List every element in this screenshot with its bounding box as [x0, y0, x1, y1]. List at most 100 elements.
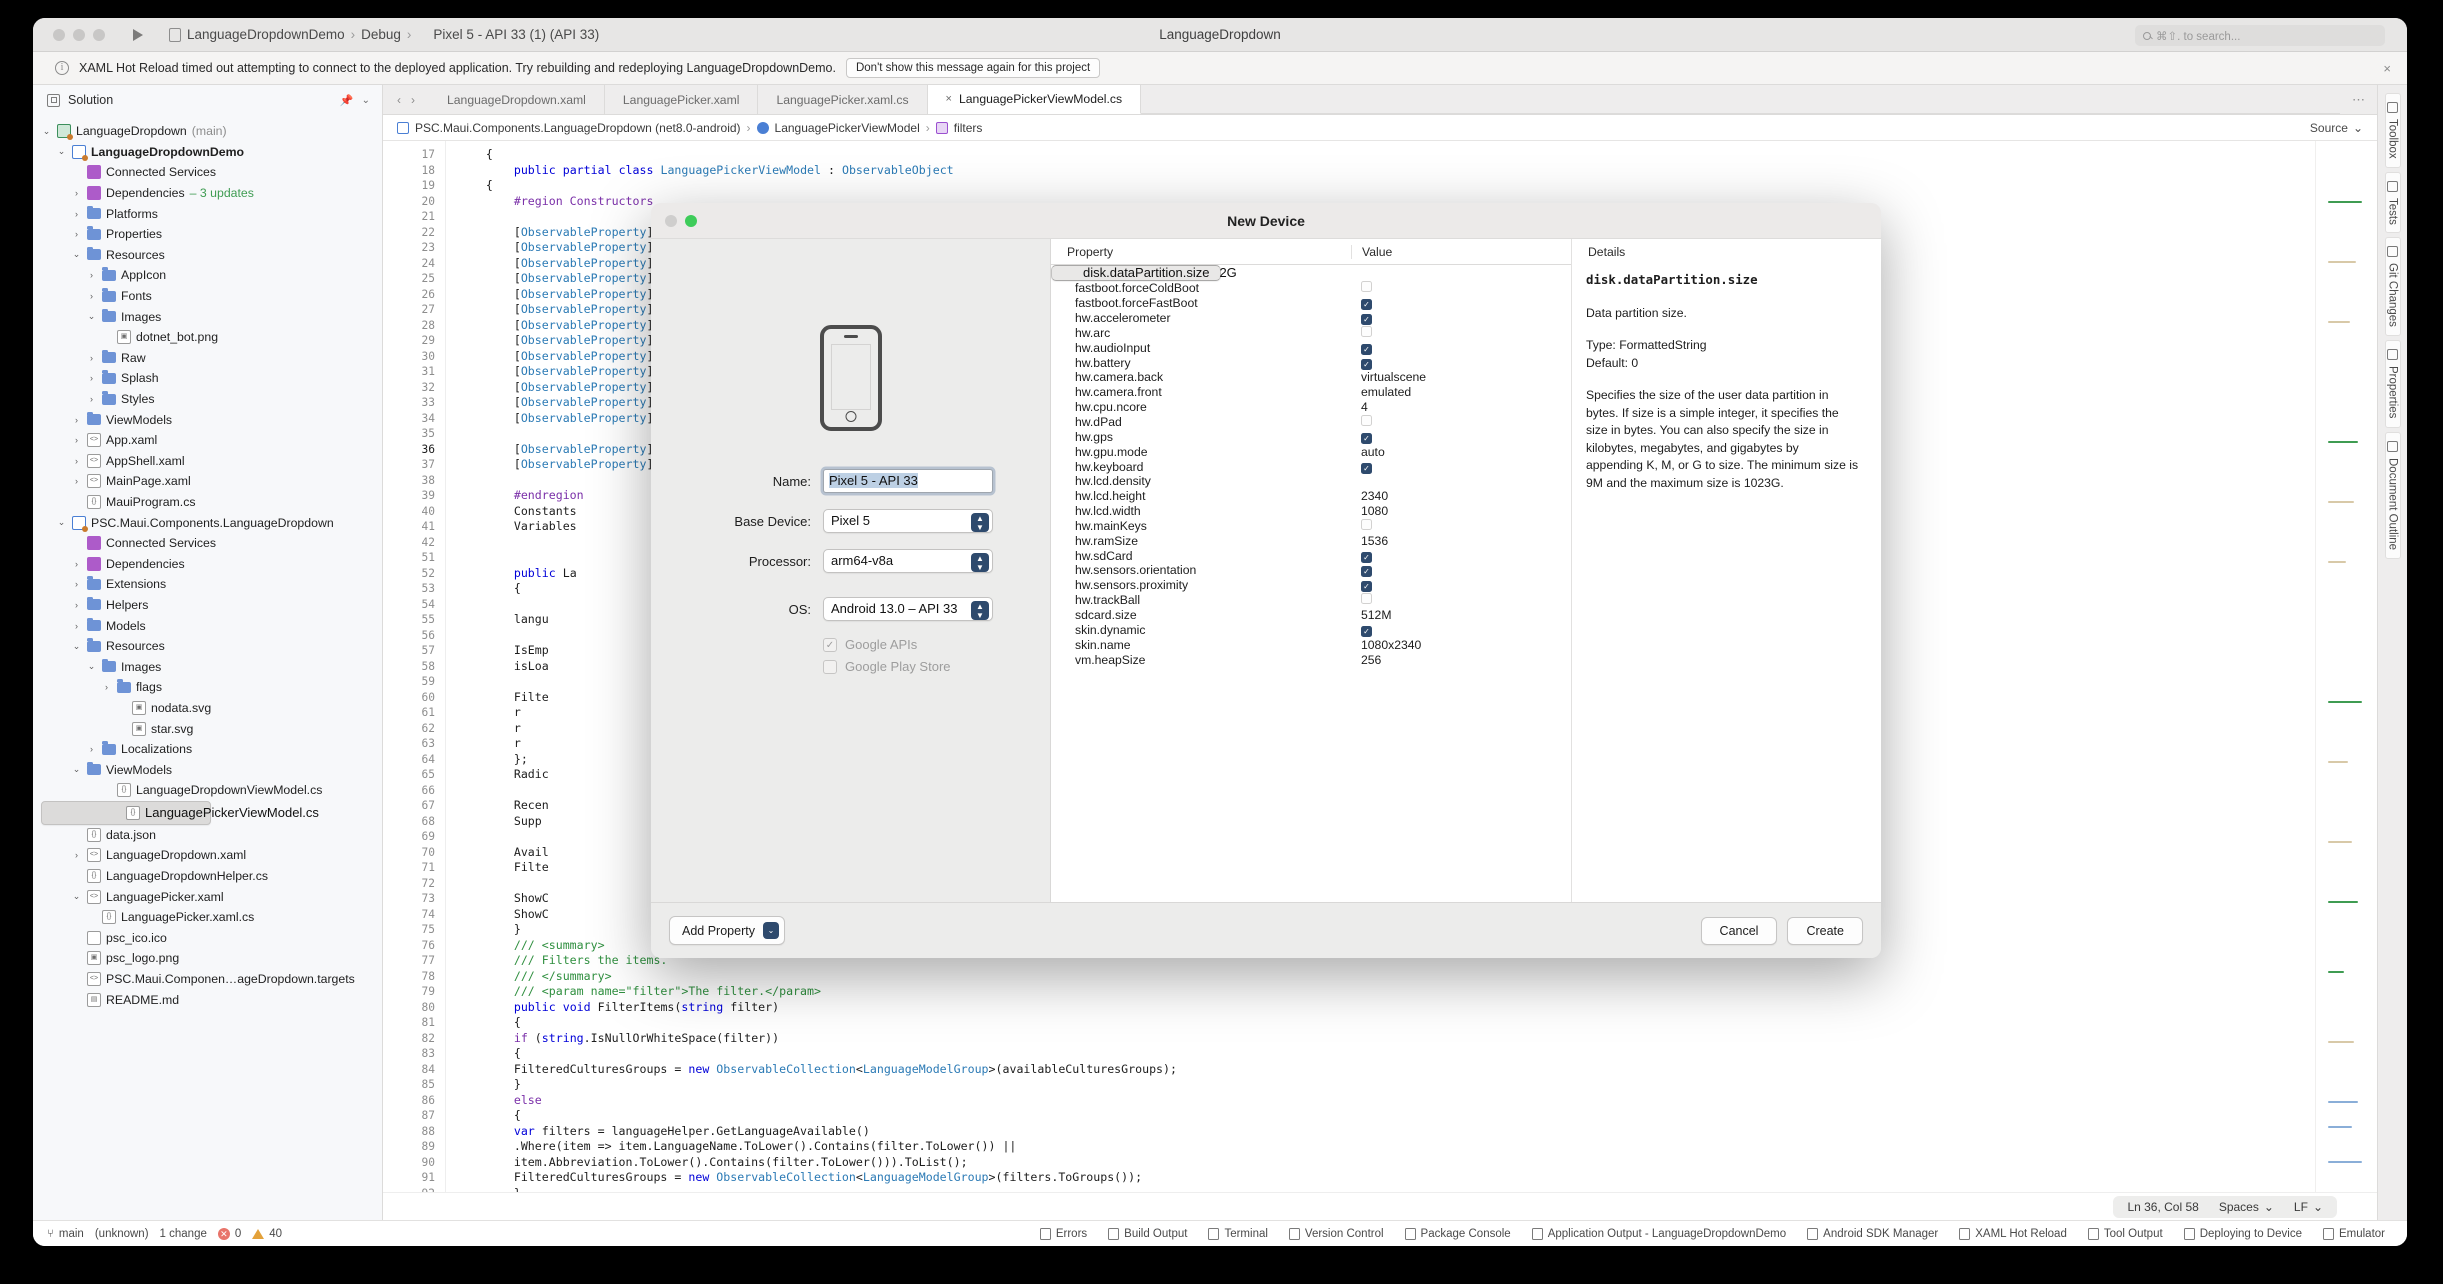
tree-item[interactable]: ·<>PSC.Maui.Componen…ageDropdown.targets [33, 969, 382, 990]
rail-item-toolbox[interactable]: Toolbox [2385, 93, 2401, 168]
chevron-down-icon[interactable]: ⌄ [71, 764, 82, 775]
tab-nav[interactable]: ‹ › [383, 85, 429, 114]
tree-item[interactable]: ›<>AppShell.xaml [33, 451, 382, 472]
chevron-down-icon[interactable]: ⌄ [362, 95, 370, 106]
tree-item[interactable]: ·▤README.md [33, 989, 382, 1010]
code-line[interactable]: public void FilterItems(string filter) [458, 1000, 2315, 1016]
breadcrumb-class[interactable]: LanguagePickerViewModel [775, 121, 920, 135]
code-line[interactable]: } [458, 1077, 2315, 1093]
code-line[interactable]: /// </summary> [458, 969, 2315, 985]
tree-item[interactable]: ›ViewModels [33, 409, 382, 430]
property-row[interactable]: hw.arc [1051, 326, 1571, 341]
pad-emulator[interactable]: Emulator [2315, 1225, 2393, 1243]
chevron-down-icon[interactable]: ⌄ [71, 891, 82, 902]
tree-item[interactable]: ›Dependencies– 3 updates [33, 183, 382, 204]
tree-item[interactable]: ⌄Images [33, 306, 382, 327]
property-table-body[interactable]: disk.dataPartition.size2Gfastboot.forceC… [1051, 265, 1571, 902]
chevron-right-icon[interactable]: › [71, 435, 82, 445]
code-line[interactable]: { [458, 1108, 2315, 1124]
chevron-right-icon[interactable]: › [86, 394, 97, 404]
tree-item[interactable]: ·▣psc_logo.png [33, 948, 382, 969]
tab-next-icon[interactable]: › [411, 93, 415, 107]
base-device-select[interactable]: Pixel 5 ▲▼ [823, 509, 993, 533]
window-controls[interactable] [53, 29, 105, 41]
checkbox-unchecked-icon[interactable] [1361, 326, 1372, 337]
tree-item[interactable]: ›Localizations [33, 739, 382, 760]
dismiss-notification-button[interactable]: Don't show this message again for this p… [846, 58, 1100, 78]
change-count[interactable]: 1 change [160, 1228, 207, 1240]
tree-item[interactable]: ·{}LanguagePicker.xaml.cs [33, 907, 382, 928]
tree-item[interactable]: ⌄LanguageDropdown(main) [33, 121, 382, 142]
tree-item[interactable]: ›Helpers [33, 595, 382, 616]
property-value[interactable]: 1080x2340 [1351, 638, 1571, 652]
property-value[interactable] [1351, 519, 1571, 533]
tree-item[interactable]: ·Connected Services [33, 162, 382, 183]
property-row[interactable]: hw.mainKeys [1051, 519, 1571, 534]
rail-item-tests[interactable]: Tests [2385, 172, 2401, 234]
checkbox-checked-icon[interactable]: ✓ [1361, 299, 1372, 310]
minimize-window-button[interactable] [73, 29, 85, 41]
pad-deploying-to-device[interactable]: Deploying to Device [2176, 1225, 2310, 1243]
property-value[interactable]: 1536 [1351, 534, 1571, 548]
tree-item[interactable]: ·{}LanguageDropdownHelper.cs [33, 866, 382, 887]
pad-android-sdk-manager[interactable]: Android SDK Manager [1799, 1225, 1946, 1243]
line-ending-selector[interactable]: LF ⌄ [2294, 1200, 2323, 1214]
run-config-configuration[interactable]: Debug [361, 27, 401, 42]
tree-item[interactable]: ⌄LanguageDropdownDemo [33, 142, 382, 163]
checkbox-checked-icon[interactable]: ✓ [1361, 566, 1372, 577]
property-value[interactable]: 256 [1351, 653, 1571, 667]
checkbox-unchecked-icon[interactable] [1361, 415, 1372, 426]
code-line[interactable]: .Where(item => item.LanguageName.ToLower… [458, 1139, 2315, 1155]
pad-terminal[interactable]: Terminal [1200, 1225, 1275, 1243]
property-value[interactable]: ✓ [1351, 549, 1571, 563]
editor-tab[interactable]: LanguagePicker.xaml.cs [758, 85, 927, 114]
code-line[interactable]: { [458, 178, 2315, 194]
chevron-right-icon[interactable]: › [86, 353, 97, 363]
chevron-down-icon[interactable]: ⌄ [56, 146, 67, 157]
property-row[interactable]: hw.camera.backvirtualscene [1051, 370, 1571, 385]
property-row[interactable]: hw.sensors.proximity✓ [1051, 578, 1571, 593]
tree-item[interactable]: ⌄<>LanguagePicker.xaml [33, 886, 382, 907]
tree-item[interactable]: ·▣dotnet_bot.png [33, 327, 382, 348]
caret-position[interactable]: Ln 36, Col 58 [2127, 1200, 2198, 1214]
chevron-right-icon[interactable]: › [101, 682, 112, 692]
tree-item[interactable]: ⌄Resources [33, 245, 382, 266]
property-value[interactable]: 2340 [1351, 489, 1571, 503]
tree-item[interactable]: ›Dependencies [33, 553, 382, 574]
tree-item[interactable]: ›Properties [33, 224, 382, 245]
chevron-right-icon[interactable]: › [86, 744, 97, 754]
editor-tab[interactable]: LanguagePicker.xaml [605, 85, 759, 114]
property-row[interactable]: fastboot.forceFastBoot✓ [1051, 296, 1571, 311]
code-line[interactable]: FilteredCulturesGroups = new ObservableC… [458, 1062, 2315, 1078]
property-value[interactable]: ✓ [1351, 341, 1571, 355]
name-input[interactable]: Pixel 5 - API 33 [823, 469, 993, 493]
property-row[interactable]: hw.ramSize1536 [1051, 533, 1571, 548]
chevron-right-icon[interactable]: › [71, 600, 82, 610]
close-tab-icon[interactable]: × [946, 93, 952, 105]
code-line[interactable]: public partial class LanguagePickerViewM… [458, 163, 2315, 179]
chevron-right-icon[interactable]: › [71, 850, 82, 860]
global-search-input[interactable]: ⌘⇧. to search... [2135, 25, 2385, 46]
create-button[interactable]: Create [1787, 917, 1863, 945]
code-line[interactable]: { [458, 1015, 2315, 1031]
chevron-right-icon[interactable]: › [71, 476, 82, 486]
editor-tab[interactable]: LanguageDropdown.xaml [429, 85, 605, 114]
checkbox-unchecked-icon[interactable] [1361, 593, 1372, 604]
tree-item[interactable]: ·Connected Services [33, 533, 382, 554]
indent-mode-selector[interactable]: Spaces ⌄ [2219, 1200, 2274, 1214]
tree-item[interactable]: ›Raw [33, 348, 382, 369]
close-window-button[interactable] [53, 29, 65, 41]
processor-select[interactable]: arm64-v8a ▲▼ [823, 549, 993, 573]
tree-item[interactable]: ›Extensions [33, 574, 382, 595]
code-line[interactable]: if (string.IsNullOrWhiteSpace(filter)) [458, 1031, 2315, 1047]
tree-item[interactable]: ·psc_ico.ico [33, 928, 382, 949]
rail-item-document-outline[interactable]: Document Outline [2385, 432, 2401, 559]
chevron-right-icon[interactable]: › [71, 229, 82, 239]
checkbox-checked-icon[interactable]: ✓ [1361, 626, 1372, 637]
chevron-down-icon[interactable]: ⌄ [71, 249, 82, 260]
property-value[interactable]: ✓ [1351, 296, 1571, 310]
checkbox-unchecked-icon[interactable] [1361, 519, 1372, 530]
minimap[interactable] [2315, 141, 2377, 1192]
checkbox-checked-icon[interactable]: ✓ [1361, 433, 1372, 444]
chevron-right-icon[interactable]: › [71, 579, 82, 589]
